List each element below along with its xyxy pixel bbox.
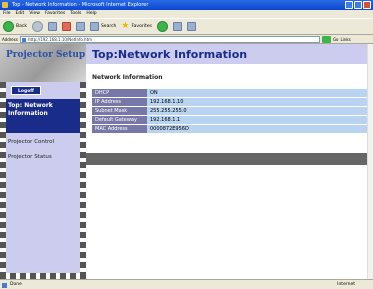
- forward-button[interactable]: [31, 21, 43, 33]
- search-button[interactable]: Search: [89, 21, 116, 33]
- page-viewport: Projector Setup Logoff Top: Network Info…: [0, 44, 373, 279]
- sidebar-item-projector-control[interactable]: Projector Control: [8, 139, 54, 145]
- menu-favorites[interactable]: Favorites: [45, 10, 65, 18]
- status-page-icon: [2, 283, 7, 288]
- status-bar: Done Internet: [0, 279, 373, 289]
- back-button[interactable]: Back: [3, 21, 27, 33]
- ie-icon: [2, 2, 8, 8]
- minimize-icon[interactable]: [345, 1, 353, 9]
- logo-banner: Projector Setup: [0, 44, 86, 82]
- maximize-icon[interactable]: [354, 1, 362, 9]
- menu-view[interactable]: View: [29, 10, 40, 18]
- default-gateway-label: Default Gateway: [92, 116, 147, 124]
- subnet-mask-value: 255.255.255.0: [147, 107, 367, 115]
- dashed-border-right: [80, 82, 86, 279]
- sidebar-item-network-information[interactable]: Top: Network Information: [6, 99, 80, 133]
- media-icon[interactable]: [156, 21, 168, 32]
- dhcp-label: DHCP: [92, 89, 147, 97]
- ip-address-label: IP Address: [92, 98, 147, 106]
- star-icon: ★: [121, 21, 130, 31]
- zone-label: Internet: [337, 282, 355, 287]
- subnet-mask-label: Subnet Mask: [92, 107, 147, 115]
- network-info-table: DHCP ON IP Address 192.168.1.10 Subnet M…: [92, 88, 367, 134]
- menu-tools[interactable]: Tools: [70, 10, 81, 18]
- print-icon[interactable]: [186, 22, 196, 31]
- window-title: Top - Network Information - Microsoft In…: [12, 2, 149, 8]
- vertical-scrollbar[interactable]: [367, 44, 373, 279]
- go-button[interactable]: [321, 35, 331, 43]
- footer-bar: [86, 153, 367, 165]
- table-row: DHCP ON: [92, 89, 367, 97]
- address-label: Address: [2, 36, 18, 42]
- section-title: Network Information: [92, 74, 163, 81]
- address-bar: Address http://192.168.1.10/NetInfo.htm …: [0, 35, 373, 44]
- back-arrow-icon: [3, 21, 14, 32]
- forward-arrow-icon: [31, 21, 43, 32]
- window-titlebar: Top - Network Information - Microsoft In…: [0, 0, 373, 10]
- sidebar: Projector Setup Logoff Top: Network Info…: [0, 44, 86, 279]
- table-row: Default Gateway 192.168.1.1: [92, 116, 367, 124]
- window-controls: [345, 1, 371, 9]
- table-row: IP Address 192.168.1.10: [92, 98, 367, 106]
- home-icon[interactable]: [75, 22, 85, 31]
- table-row: MAC Address 0000872E956D: [92, 125, 367, 133]
- default-gateway-value: 192.168.1.1: [147, 116, 367, 124]
- menu-file[interactable]: File: [3, 10, 11, 18]
- menu-bar: File Edit View Favorites Tools Help: [0, 10, 373, 18]
- menu-help[interactable]: Help: [86, 10, 96, 18]
- refresh-icon[interactable]: [47, 22, 57, 31]
- page-title: Top:Network Information: [92, 48, 248, 61]
- favorites-button[interactable]: ★ Favorites: [121, 21, 151, 33]
- go-label[interactable]: Go: [333, 37, 339, 42]
- address-input[interactable]: http://192.168.1.10/NetInfo.htm: [19, 35, 320, 43]
- search-icon: [89, 22, 99, 31]
- ip-address-value: 192.168.1.10: [147, 98, 367, 106]
- page-icon: [21, 37, 26, 42]
- links-label[interactable]: Links: [340, 37, 350, 42]
- sidebar-item-projector-status[interactable]: Projector Status: [8, 154, 52, 160]
- browser-toolbar: Back Search ★ Favorites: [0, 18, 373, 35]
- stop-icon[interactable]: [61, 22, 71, 31]
- logoff-button[interactable]: Logoff: [11, 86, 41, 95]
- table-row: Subnet Mask 255.255.255.0: [92, 107, 367, 115]
- logo-text: Projector Setup: [6, 50, 86, 60]
- mac-address-value: 0000872E956D: [147, 125, 367, 133]
- close-icon[interactable]: [363, 1, 371, 9]
- mail-icon[interactable]: [172, 22, 182, 31]
- menu-edit[interactable]: Edit: [16, 10, 25, 18]
- status-text: Done: [10, 282, 22, 287]
- dhcp-value: ON: [147, 89, 367, 97]
- mac-address-label: MAC Address: [92, 125, 147, 133]
